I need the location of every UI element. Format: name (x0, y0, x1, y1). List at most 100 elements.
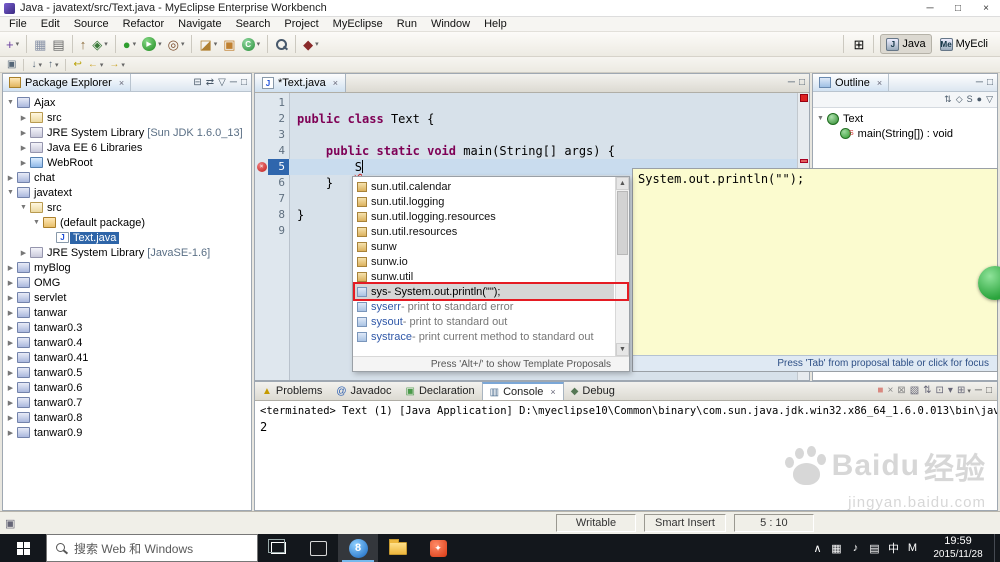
tree-expand-icon[interactable]: ▶ (18, 249, 29, 257)
menu-edit[interactable]: Edit (34, 17, 67, 31)
editor-tab-textjava[interactable]: J *Text.java × (255, 74, 346, 92)
close-tab-icon[interactable]: × (550, 387, 555, 397)
open-console-dropdown-icon[interactable]: ▾ (967, 387, 971, 395)
tree-item-omg[interactable]: ▶ OMG (3, 275, 251, 290)
minimize-button[interactable]: ─ (916, 0, 944, 16)
tree-item-tanwar0-9[interactable]: ▶ tanwar0.9 (3, 425, 251, 440)
tree-item-text-java[interactable]: J Text.java (3, 230, 251, 245)
tree-item-servlet[interactable]: ▶ servlet (3, 290, 251, 305)
tree-expand-icon[interactable]: ▶ (5, 354, 16, 362)
tree-expand-icon[interactable]: ▶ (5, 384, 16, 392)
tree-item-ajax[interactable]: ▼ Ajax (3, 95, 251, 110)
tree-item-tanwar0-41[interactable]: ▶ tanwar0.41 (3, 350, 251, 365)
tree-item-tanwar0-6[interactable]: ▶ tanwar0.6 (3, 380, 251, 395)
tree-collapse-icon[interactable]: ▼ (5, 189, 16, 196)
outline-collapse-icon[interactable]: ▼ (815, 115, 826, 122)
coverage-dropdown-icon[interactable]: ▾ (315, 40, 319, 48)
forward-dropdown-icon[interactable]: ▾ (121, 61, 125, 69)
task-list-icon[interactable]: ▤ (865, 542, 884, 555)
remove-all-launches-icon[interactable]: ⊠ (895, 384, 907, 399)
tree-item-java-ee-6-libraries[interactable]: ▶ Java EE 6 Libraries (3, 140, 251, 155)
new-package-icon[interactable]: ▣ (220, 34, 238, 55)
run-dropdown-icon[interactable]: ▾ (158, 40, 162, 48)
tree-item-tanwar[interactable]: ▶ tanwar (3, 305, 251, 320)
tree-expand-icon[interactable]: ▶ (5, 414, 16, 422)
run-icon[interactable]: ▶ ▾ (139, 34, 165, 55)
pin-console-icon[interactable]: ⊡ (934, 384, 946, 399)
outline-tab[interactable]: Outline × (813, 74, 890, 91)
new-class-dropdown-icon[interactable]: ▾ (257, 40, 261, 48)
tree-item-tanwar0-3[interactable]: ▶ tanwar0.3 (3, 320, 251, 335)
previous-annotation-dropdown-icon[interactable]: ▾ (55, 61, 59, 69)
tab-problems[interactable]: ▲ Problems (255, 382, 329, 400)
code-line-1[interactable]: 1 (255, 95, 797, 111)
tree-item-chat[interactable]: ▶ chat (3, 170, 251, 185)
external-tools-icon[interactable]: ◎ ▾ (165, 34, 188, 55)
tab-debug[interactable]: ◆ Debug (564, 382, 622, 400)
code-line-4[interactable]: 4 public static void main(String[] args)… (255, 143, 797, 159)
next-annotation-icon[interactable]: ↓ ▾ (28, 58, 45, 72)
tree-expand-icon[interactable]: ▶ (5, 339, 16, 347)
forward-icon[interactable]: → ▾ (106, 58, 128, 72)
console-output[interactable]: <terminated> Text (1) [Java Application]… (255, 401, 997, 510)
view-menu-icon[interactable]: ▽ (216, 75, 228, 91)
menu-file[interactable]: File (2, 17, 34, 31)
tree-expand-icon[interactable]: ▶ (5, 369, 16, 377)
perspective-java[interactable]: J Java (880, 34, 932, 54)
completion-item-sysout[interactable]: sysout - print to standard out (354, 314, 614, 329)
tree-item-webroot[interactable]: ▶ WebRoot (3, 155, 251, 170)
minimize-editor-icon[interactable]: ─ (786, 75, 797, 91)
perspective-myecli[interactable]: Me MyEcli (934, 34, 994, 54)
taskbar-clock[interactable]: 19:59 2015/11/28 (922, 534, 994, 562)
tree-expand-icon[interactable]: ▶ (5, 279, 16, 287)
maximize-view-icon[interactable]: □ (985, 75, 995, 91)
ime-chinese-indicator[interactable]: 中 (884, 540, 903, 556)
code-line-3[interactable]: 3 (255, 127, 797, 143)
tree-item-tanwar0-7[interactable]: ▶ tanwar0.7 (3, 395, 251, 410)
new-java-project-icon[interactable]: ◪ ▾ (196, 34, 220, 55)
tree-expand-icon[interactable]: ▶ (18, 144, 29, 152)
volume-icon[interactable]: ♪ (846, 542, 865, 554)
tab-declaration[interactable]: ▣ Declaration (399, 382, 482, 400)
close-view-icon[interactable]: × (877, 78, 882, 88)
tree-expand-icon[interactable]: ▶ (5, 324, 16, 332)
network-icon[interactable]: ▦ (827, 542, 846, 555)
tree-item-javatext[interactable]: ▼ javatext (3, 185, 251, 200)
outline-item-main-string-void[interactable]: Smain(String[]) : void (813, 126, 997, 141)
debug-dropdown-icon[interactable]: ▾ (133, 40, 137, 48)
taskbar-search[interactable]: 搜索 Web 和 Windows (46, 534, 258, 562)
taskbar-app-browser8[interactable]: 8 (338, 534, 378, 562)
hide-non-public-members-icon[interactable]: ● (975, 93, 984, 107)
tree-expand-icon[interactable]: ▶ (5, 399, 16, 407)
last-edit-location-icon[interactable]: ↩ (70, 58, 84, 72)
scroll-up-icon[interactable]: ▲ (616, 177, 629, 190)
view-menu-icon[interactable]: ▽ (984, 93, 995, 107)
menu-source[interactable]: Source (67, 17, 116, 31)
previous-annotation-icon[interactable]: ↑ ▾ (45, 58, 62, 72)
maximize-editor-icon[interactable]: □ (797, 75, 807, 91)
completion-item-systrace[interactable]: systrace - print current method to stand… (354, 329, 614, 344)
new-icon[interactable]: + ▾ (3, 34, 22, 55)
external-tools-dropdown-icon[interactable]: ▾ (181, 40, 185, 48)
fast-view-icon[interactable]: ▣ (5, 517, 15, 530)
maximize-button[interactable]: □ (944, 0, 972, 16)
link-with-editor-icon[interactable]: ⇄ (204, 75, 216, 91)
tree-collapse-icon[interactable]: ▼ (31, 219, 42, 226)
scroll-down-icon[interactable]: ▼ (616, 343, 629, 356)
collapse-all-icon[interactable]: ⊟ (191, 75, 203, 91)
tree-item-jre-system-library[interactable]: ▶ JRE System Library [Sun JDK 1.6.0_13] (3, 125, 251, 140)
tree-expand-icon[interactable]: ▶ (18, 129, 29, 137)
back-icon[interactable]: ← ▾ (85, 58, 107, 72)
package-explorer-tab[interactable]: Package Explorer × (3, 74, 132, 91)
open-perspective-icon[interactable]: ⊞ (850, 34, 867, 55)
m-tray-icon[interactable]: M (903, 542, 922, 554)
new-java-project-dropdown-icon[interactable]: ▾ (214, 40, 218, 48)
hidden-icons-icon[interactable]: ∧ (808, 542, 827, 555)
completion-item-sun-util-calendar[interactable]: sun.util.calendar (354, 179, 614, 194)
minimize-view-icon[interactable]: ─ (228, 75, 239, 91)
terminate-icon[interactable]: ■ (875, 384, 885, 399)
tree-expand-icon[interactable]: ▶ (5, 429, 16, 437)
tree-item-jre-system-library[interactable]: ▶ JRE System Library [JavaSE-1.6] (3, 245, 251, 260)
tree-expand-icon[interactable]: ▶ (5, 174, 16, 182)
outline-item-text[interactable]: ▼ Text (813, 111, 997, 126)
